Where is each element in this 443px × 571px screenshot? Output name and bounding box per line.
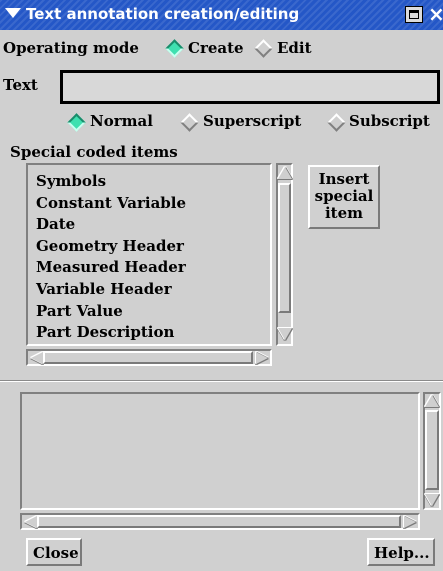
list-vertical-scrollbar[interactable] — [276, 163, 293, 346]
special-items-list[interactable]: Symbols Constant Variable Date Geometry … — [26, 163, 272, 346]
list-item[interactable]: Geometry Header — [36, 236, 270, 258]
maximize-icon[interactable] — [405, 6, 423, 23]
scroll-right-icon[interactable] — [256, 352, 268, 364]
list-item[interactable]: Constant Variable — [36, 193, 270, 215]
text-label: Text — [3, 76, 38, 94]
dialog-window: Text annotation creation/editing × Opera… — [0, 0, 443, 571]
window-menu-icon[interactable] — [5, 8, 21, 18]
scroll-up-icon[interactable] — [278, 167, 292, 179]
preview-horizontal-scrollbar[interactable] — [20, 513, 420, 530]
operating-mode-label: Operating mode — [3, 39, 139, 57]
preview-vertical-scrollbar[interactable] — [423, 392, 441, 510]
create-radio-icon[interactable] — [165, 39, 184, 58]
insert-special-item-button[interactable]: Insert special item — [308, 165, 380, 229]
subscript-radio-icon[interactable] — [327, 113, 346, 132]
normal-option-label[interactable]: Normal — [90, 112, 153, 130]
scroll-down-icon[interactable] — [425, 494, 439, 506]
list-item[interactable]: Variable Header — [36, 279, 270, 301]
list-item[interactable]: Part Value — [36, 301, 270, 323]
scroll-up-icon[interactable] — [425, 395, 439, 407]
text-preview-area[interactable] — [20, 392, 420, 510]
separator — [0, 380, 443, 382]
edit-option-label[interactable]: Edit — [277, 39, 312, 57]
scroll-left-icon[interactable] — [31, 352, 43, 364]
normal-radio-icon[interactable] — [67, 113, 86, 132]
edit-radio-icon[interactable] — [254, 39, 273, 58]
close-button[interactable]: Close — [26, 538, 82, 566]
list-item[interactable]: Date — [36, 214, 270, 236]
text-input[interactable] — [60, 70, 440, 104]
window-title: Text annotation creation/editing — [26, 5, 300, 23]
title-bar[interactable]: Text annotation creation/editing × — [0, 0, 443, 30]
scroll-left-icon[interactable] — [25, 516, 37, 528]
list-item[interactable]: Part Description — [36, 322, 270, 344]
list-horizontal-scrollbar[interactable] — [26, 349, 272, 366]
create-option-label[interactable]: Create — [188, 39, 244, 57]
scrollbar-thumb[interactable] — [278, 183, 291, 313]
scroll-right-icon[interactable] — [404, 516, 416, 528]
scrollbar-thumb[interactable] — [37, 515, 401, 528]
superscript-option-label[interactable]: Superscript — [203, 112, 301, 130]
scroll-down-icon[interactable] — [278, 328, 292, 340]
superscript-radio-icon[interactable] — [180, 113, 199, 132]
list-item[interactable]: Symbols — [36, 171, 270, 193]
list-item[interactable]: Measured Header — [36, 257, 270, 279]
special-items-label: Special coded items — [10, 143, 178, 161]
help-button[interactable]: Help... — [367, 538, 435, 566]
scrollbar-thumb[interactable] — [425, 410, 439, 490]
scrollbar-thumb[interactable] — [43, 351, 253, 364]
close-window-icon[interactable]: × — [428, 2, 443, 26]
subscript-option-label[interactable]: Subscript — [349, 112, 430, 130]
